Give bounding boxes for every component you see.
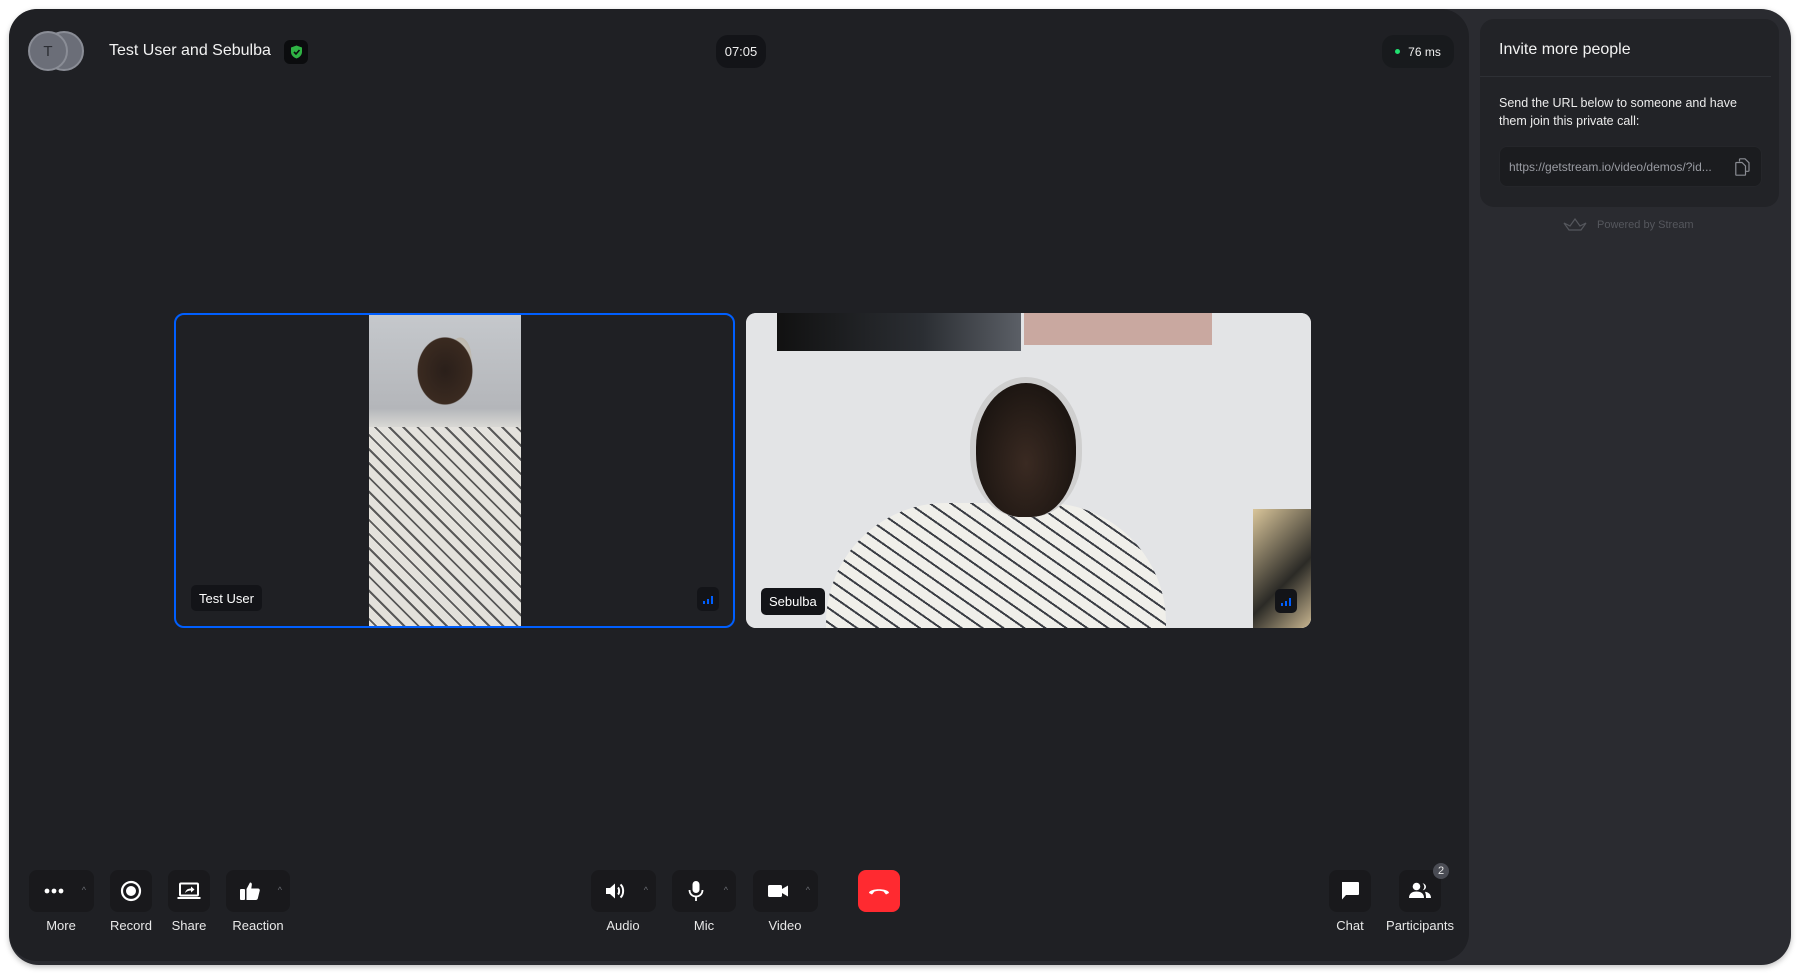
- signal-bars-icon: [1275, 589, 1297, 613]
- chat-button[interactable]: [1329, 870, 1371, 912]
- chevron-up-icon[interactable]: ^: [278, 885, 282, 895]
- invite-panel: Invite more people Send the URL below to…: [1480, 19, 1779, 207]
- invite-url-field[interactable]: https://getstream.io/video/demos/?id...: [1499, 146, 1762, 187]
- video-button[interactable]: ^: [753, 870, 818, 912]
- reaction-label: Reaction: [232, 918, 284, 933]
- shield-check-icon: [284, 40, 308, 64]
- participant-tile-test-user[interactable]: Test User: [174, 313, 735, 628]
- latency-indicator: 76 ms: [1382, 35, 1454, 68]
- reaction-button[interactable]: ^: [226, 870, 290, 912]
- status-dot-icon: [1395, 49, 1401, 54]
- thumbs-up-icon: [240, 882, 260, 900]
- record-icon: [120, 880, 142, 902]
- mic-button[interactable]: ^: [672, 870, 736, 912]
- more-button[interactable]: ^: [29, 870, 94, 912]
- participant-tile-sebulba[interactable]: Sebulba: [746, 313, 1311, 628]
- participants-icon: [1409, 882, 1431, 898]
- latency-value: 76 ms: [1408, 44, 1441, 59]
- participant-video: [369, 315, 521, 626]
- powered-by-text: Powered by Stream: [1597, 219, 1694, 231]
- call-title: Test User and Sebulba: [109, 42, 271, 59]
- signal-bars-icon: [697, 587, 719, 611]
- record-button[interactable]: [110, 870, 152, 912]
- video-label: Video: [768, 918, 802, 933]
- copy-icon[interactable]: [1735, 158, 1750, 176]
- audio-button[interactable]: ^: [591, 870, 656, 912]
- participant-name-tag: Sebulba: [761, 588, 825, 615]
- hang-up-icon: [869, 889, 889, 895]
- video-camera-icon: [767, 885, 788, 897]
- invite-description: Send the URL below to someone and have t…: [1499, 96, 1737, 128]
- panel-title: Invite more people: [1499, 41, 1631, 58]
- divider: [1480, 76, 1771, 77]
- chevron-up-icon[interactable]: ^: [724, 885, 728, 895]
- participant-avatars[interactable]: T: [28, 31, 86, 73]
- participant-name-tag: Test User: [191, 585, 262, 611]
- chat-bubble-icon: [1342, 882, 1359, 900]
- hang-up-button[interactable]: [858, 870, 900, 912]
- stream-logo-icon: [1563, 218, 1587, 231]
- invite-url[interactable]: https://getstream.io/video/demos/?id...: [1509, 160, 1729, 174]
- screen-share-icon: [177, 882, 201, 899]
- participant-video: [746, 313, 1311, 628]
- speaker-icon: [605, 883, 624, 899]
- chevron-up-icon[interactable]: ^: [644, 885, 648, 895]
- powered-by: Powered by Stream: [1563, 218, 1694, 232]
- avatar: T: [28, 31, 68, 71]
- microphone-icon: [688, 881, 704, 901]
- chevron-up-icon[interactable]: ^: [82, 885, 86, 895]
- participant-count-badge: 2: [1433, 863, 1449, 879]
- share-button[interactable]: [168, 870, 210, 912]
- chevron-up-icon[interactable]: ^: [806, 885, 810, 895]
- participants-label: Participants: [1386, 918, 1454, 933]
- more-dots-icon: [44, 888, 63, 894]
- call-timer: 07:05: [716, 35, 766, 68]
